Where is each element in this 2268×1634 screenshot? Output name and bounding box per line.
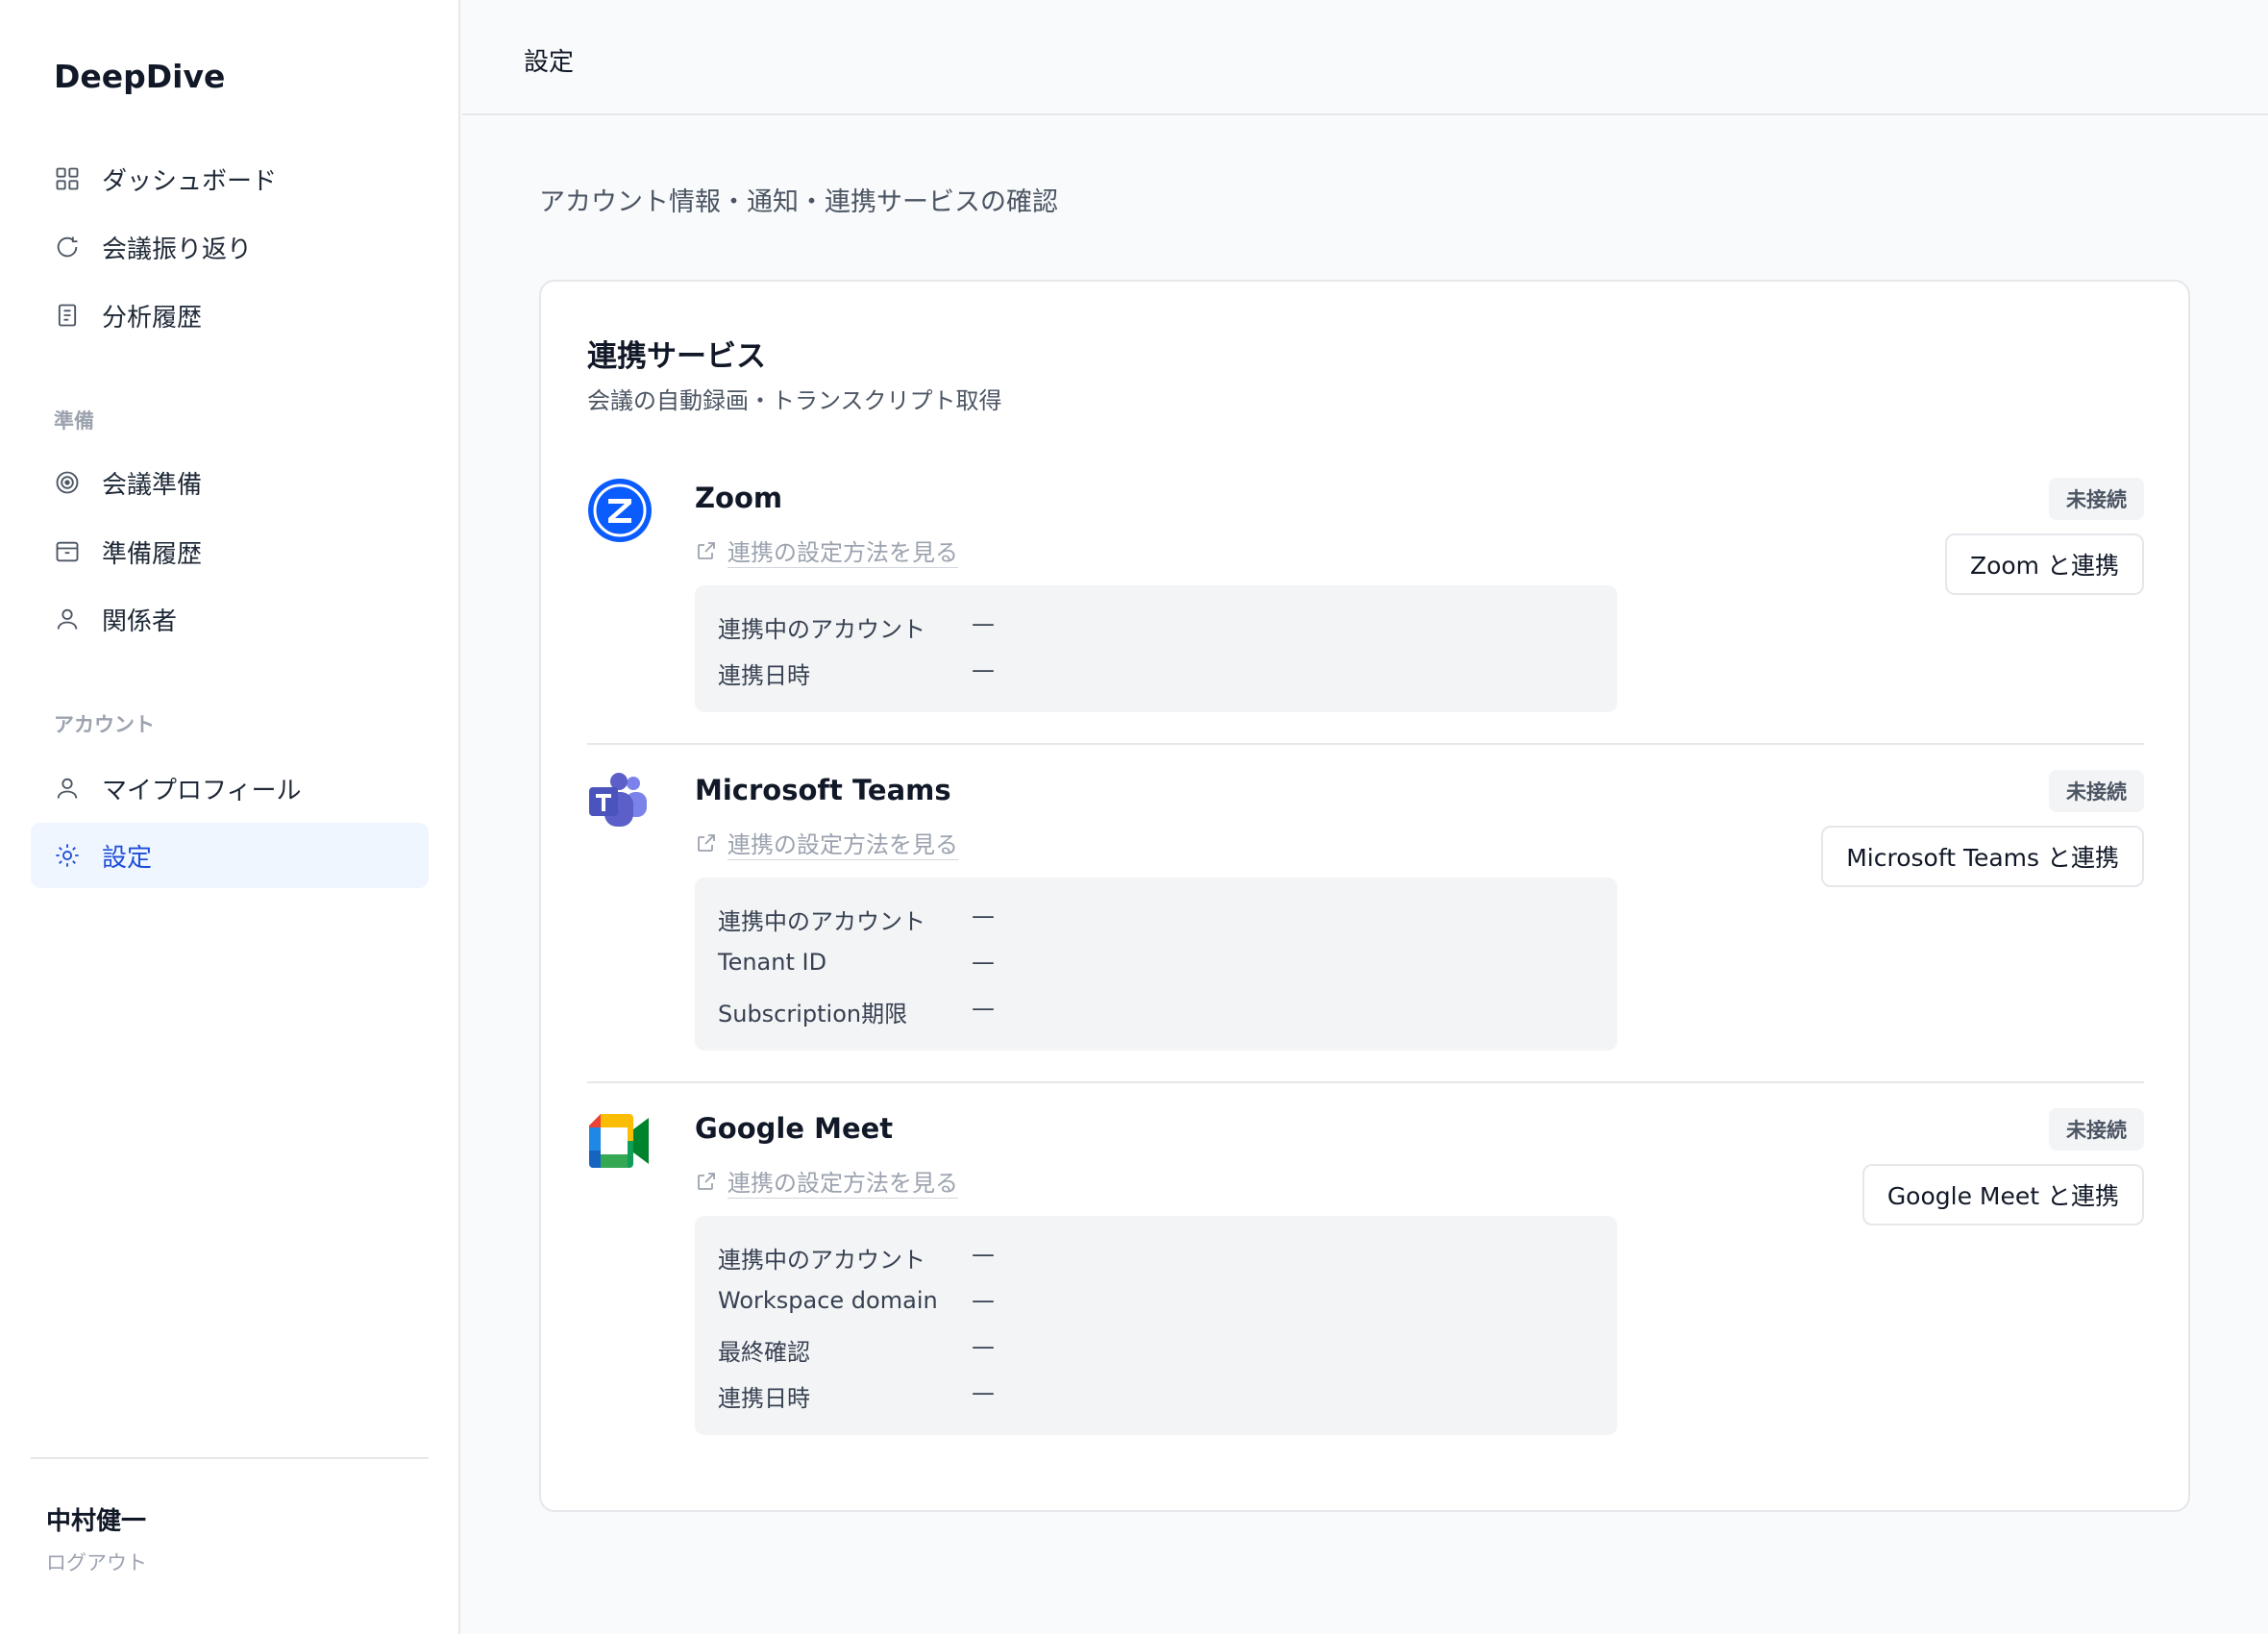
page-title: 設定 (524, 48, 575, 77)
user-icon (54, 775, 81, 802)
service-name: Google Meet (695, 1112, 894, 1145)
brand-logo[interactable]: DeepDive (54, 58, 225, 95)
connect-google-meet-button[interactable]: Google Meet と連携 (1861, 1164, 2144, 1226)
field-value: — (972, 656, 995, 683)
field-label: Subscription期限 (718, 1001, 908, 1027)
service-divider (587, 743, 2144, 745)
sidebar-item-label: ダッシュボード (102, 166, 278, 196)
field-label: 連携日時 (718, 662, 810, 689)
section-label-prep: 準備 (54, 409, 94, 433)
field-value: — (972, 1333, 995, 1360)
sidebar: DeepDive ダッシュボード 会議振り返り 分析履歴 準備 会議準備 準備履… (0, 0, 460, 1634)
setup-guide-link[interactable]: 連携の設定方法を見る (695, 826, 958, 860)
service-google-meet: Google Meet 連携の設定方法を見る 連携中のアカウント — Works… (587, 1108, 2144, 1464)
service-name: Microsoft Teams (695, 774, 951, 806)
sidebar-item-label: マイプロフィール (102, 776, 302, 805)
status-badge: 未接続 (2049, 478, 2144, 520)
logout-link[interactable]: ログアウト (46, 1547, 147, 1576)
service-teams: Microsoft Teams 連携の設定方法を見る 連携中のアカウント — T… (587, 770, 2144, 1087)
google-meet-logo-icon (589, 1114, 649, 1168)
field-label: Tenant ID (718, 949, 827, 976)
field-label: Workspace domain (718, 1287, 938, 1314)
document-icon (54, 302, 81, 329)
topbar: 設定 (462, 0, 2268, 115)
connection-info-box: 連携中のアカウント — 連携日時 — (695, 585, 1617, 712)
sidebar-item-settings[interactable]: 設定 (31, 823, 429, 888)
service-divider (587, 1081, 2144, 1083)
sidebar-item-label: 分析履歴 (102, 303, 203, 333)
section-label-account: アカウント (54, 713, 155, 736)
archive-icon (54, 538, 81, 565)
sidebar-item-meeting-review[interactable]: 会議振り返り (31, 214, 429, 280)
sidebar-item-label: 関係者 (102, 607, 178, 636)
connection-info-box: 連携中のアカウント — Tenant ID — Subscription期限 — (695, 878, 1617, 1051)
connection-info-box: 連携中のアカウント — Workspace domain — 最終確認 — 連携… (695, 1216, 1617, 1435)
sidebar-item-meeting-prep[interactable]: 会議準備 (31, 450, 429, 515)
sidebar-item-label: 準備履歴 (102, 539, 203, 569)
gear-icon (54, 842, 81, 869)
sidebar-item-label: 設定 (102, 843, 153, 873)
field-value: — (972, 903, 995, 929)
sidebar-item-my-profile[interactable]: マイプロフィール (31, 755, 429, 821)
field-label: 連携日時 (718, 1385, 810, 1412)
sidebar-item-label: 会議振り返り (102, 235, 253, 264)
sidebar-item-dashboard[interactable]: ダッシュボード (31, 146, 429, 211)
field-value: — (972, 610, 995, 637)
setup-guide-link[interactable]: 連携の設定方法を見る (695, 1164, 958, 1199)
card-description: 会議の自動録画・トランスクリプト取得 (587, 387, 1002, 414)
field-value: — (972, 1287, 995, 1314)
integrations-card: 連携サービス 会議の自動録画・トランスクリプト取得 Zoom 連携の設定方法を見… (539, 280, 2190, 1512)
status-badge: 未接続 (2049, 770, 2144, 812)
service-name: Zoom (695, 482, 783, 514)
target-icon (54, 469, 81, 496)
status-badge: 未接続 (2049, 1108, 2144, 1151)
field-label: 連携中のアカウント (718, 616, 925, 643)
service-zoom: Zoom 連携の設定方法を見る 連携中のアカウント — 連携日時 — 未接続 Z… (587, 478, 2144, 728)
sidebar-item-prep-history[interactable]: 準備履歴 (31, 519, 429, 584)
field-value: — (972, 1379, 995, 1406)
field-label: 連携中のアカウント (718, 1247, 925, 1274)
page-subtitle: アカウント情報・通知・連携サービスの確認 (539, 187, 1058, 217)
field-label: 連携中のアカウント (718, 908, 925, 935)
card-title: 連携サービス (587, 339, 766, 374)
sidebar-item-label: 会議準備 (102, 470, 203, 500)
field-label: 最終確認 (718, 1339, 810, 1366)
setup-guide-link[interactable]: 連携の設定方法を見る (695, 533, 958, 568)
sidebar-item-stakeholders[interactable]: 関係者 (31, 586, 429, 652)
user-icon (54, 606, 81, 632)
connect-teams-button[interactable]: Microsoft Teams と連携 (1821, 826, 2144, 887)
field-value: — (972, 949, 995, 976)
refresh-icon (54, 234, 81, 260)
grid-icon (54, 165, 81, 192)
field-value: — (972, 995, 995, 1022)
user-name: 中村健一 (46, 1507, 147, 1536)
sidebar-divider (31, 1457, 429, 1459)
external-link-icon (698, 542, 715, 559)
connect-zoom-button[interactable]: Zoom と連携 (1944, 533, 2144, 595)
field-value: — (972, 1241, 995, 1268)
sidebar-item-analysis-history[interactable]: 分析履歴 (31, 283, 429, 348)
external-link-icon (698, 834, 715, 852)
zoom-logo-icon (588, 479, 652, 542)
external-link-icon (698, 1173, 715, 1190)
teams-logo-icon (589, 773, 647, 827)
